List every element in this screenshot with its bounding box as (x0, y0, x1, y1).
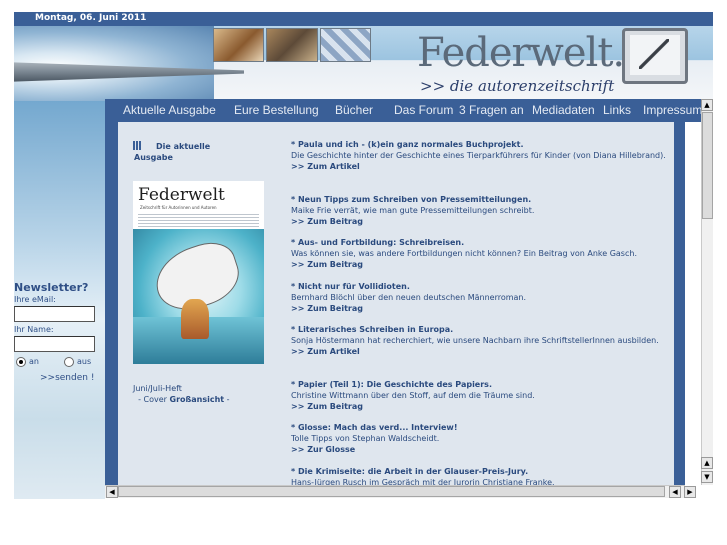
monitor-icon (622, 28, 688, 84)
name-field[interactable] (14, 336, 95, 352)
article-heading[interactable]: * Papier (Teil 1): Die Geschichte des Pa… (291, 380, 492, 389)
article-teaser: Tolle Tipps von Stephan Waldscheidt. (291, 434, 440, 443)
issue-info: Juni/Juli-Heft - Cover Großansicht - (133, 383, 230, 405)
article-item: * Nicht nur für Vollidioten. Bernhard Bl… (291, 281, 676, 314)
brand-title[interactable]: Federwelt. (417, 30, 625, 76)
date-text: Montag, 06. Juni 2011 (35, 13, 147, 23)
article-link[interactable]: >> Zum Artikel (291, 346, 676, 357)
horizontal-scroll-thumb[interactable] (118, 486, 665, 497)
article-heading[interactable]: * Neun Tipps zum Schreiben von Pressemit… (291, 195, 531, 204)
email-label: Ihre eMail: (14, 295, 56, 304)
nav-item-aktuelle-ausgabe[interactable]: Aktuelle Ausgabe (123, 103, 216, 117)
article-teaser: Bernhard Blöchl über den neuen deutschen… (291, 293, 527, 302)
radio-on-label: an (29, 357, 39, 366)
left-margin (0, 101, 14, 499)
scroll-left-icon[interactable]: ◀ (106, 486, 118, 498)
issue-name: Juni/Juli-Heft (133, 384, 182, 393)
cover-heading: Die aktuelle Ausgabe (134, 142, 211, 162)
figure-illustration (181, 299, 209, 339)
article-teaser: Sonja Höstermann hat recherchiert, wie u… (291, 336, 659, 345)
article-link[interactable]: >> Zur Glosse (291, 444, 676, 455)
cover-prefix: - Cover (138, 395, 167, 404)
article-heading[interactable]: * Aus- und Fortbildung: Schreibreisen. (291, 238, 464, 247)
cover-image[interactable]: Federwelt Zeitschrift für Autorinnen und… (133, 181, 264, 364)
email-field[interactable] (14, 306, 95, 322)
article-link[interactable]: >> Zum Artikel (291, 161, 676, 172)
article-item: * Aus- und Fortbildung: Schreibreisen. W… (291, 237, 676, 270)
article-item: * Literarisches Schreiben in Europa. Son… (291, 324, 676, 357)
article-item: * Neun Tipps zum Schreiben von Pressemit… (291, 194, 676, 227)
cover-text-lines (138, 214, 259, 228)
nav-item-bestellung[interactable]: Eure Bestellung (234, 103, 319, 117)
nav-item-forum[interactable]: Das Forum (394, 103, 453, 117)
nav-item-buecher[interactable]: Bücher (335, 103, 373, 117)
send-button[interactable]: >>senden ! (40, 373, 94, 383)
article-link[interactable]: >> Zum Beitrag (291, 216, 676, 227)
article-link[interactable]: >> Zum Beitrag (291, 401, 676, 412)
scroll-down-icon[interactable]: ▼ (701, 471, 713, 483)
thumbnail-image (213, 28, 265, 62)
article-teaser: Christine Wittmann über den Stoff, auf d… (291, 391, 535, 400)
article-teaser: Die Geschichte hinter der Geschichte ein… (291, 151, 666, 160)
article-heading[interactable]: * Paula und ich - (k)ein ganz normales B… (291, 140, 524, 149)
cover-suffix: - (226, 395, 230, 404)
nav-item-links[interactable]: Links (603, 103, 631, 117)
quill-icon (639, 39, 669, 69)
header-banner: Federwelt. >> die autorenzeitschrift (14, 26, 713, 101)
scroll-left-icon[interactable]: ◀ (669, 486, 681, 498)
scroll-up-icon[interactable]: ▲ (701, 99, 713, 111)
cover-illustration (133, 229, 264, 364)
thumbnail-image (319, 28, 371, 62)
cover-enlarge-link[interactable]: Großansicht (170, 395, 225, 404)
nav-item-mediadaten[interactable]: Mediadaten (532, 103, 595, 117)
cover-logo: Federwelt (138, 185, 225, 205)
scroll-right-icon[interactable]: ▶ (684, 486, 696, 498)
main-nav: Aktuelle Ausgabe Eure Bestellung Bücher … (105, 99, 702, 122)
radio-off[interactable] (64, 357, 74, 367)
article-item: * Glosse: Mach das verd... Interview! To… (291, 422, 676, 455)
article-link[interactable]: >> Zum Beitrag (291, 303, 676, 314)
radio-on[interactable] (16, 357, 26, 367)
article-heading[interactable]: * Nicht nur für Vollidioten. (291, 282, 410, 291)
vertical-scroll-thumb[interactable] (702, 112, 713, 219)
article-heading[interactable]: * Die Krimiseite: die Arbeit in der Glau… (291, 467, 528, 476)
banner-thumbnails (213, 28, 371, 62)
nav-item-3-fragen[interactable]: 3 Fragen an (459, 103, 524, 117)
newsletter-title: Newsletter? (14, 281, 89, 294)
thumbnail-image (266, 28, 318, 62)
cover-subtitle: Zeitschrift für Autorinnen und Autoren (140, 205, 217, 210)
article-link[interactable]: >> Zum Beitrag (291, 259, 676, 270)
nav-item-impressum[interactable]: Impressum (643, 103, 702, 117)
radio-off-label: aus (77, 357, 92, 366)
article-heading[interactable]: * Literarisches Schreiben in Europa. (291, 325, 453, 334)
article-teaser: Maike Frie verrät, wie man gute Pressemi… (291, 206, 535, 215)
date-bar: Montag, 06. Juni 2011 (14, 12, 713, 26)
brand-tagline: >> die autorenzeitschrift (420, 77, 615, 95)
page-frame: Montag, 06. Juni 2011 Federwelt. >> die … (0, 0, 727, 545)
article-item: * Papier (Teil 1): Die Geschichte des Pa… (291, 379, 676, 412)
scroll-up-icon[interactable]: ▲ (701, 457, 713, 469)
article-heading[interactable]: * Glosse: Mach das verd... Interview! (291, 423, 457, 432)
article-item: * Paula und ich - (k)ein ganz normales B… (291, 139, 676, 172)
article-teaser: Was können sie, was andere Fortbildungen… (291, 249, 637, 258)
name-label: Ihr Name: (14, 325, 54, 334)
